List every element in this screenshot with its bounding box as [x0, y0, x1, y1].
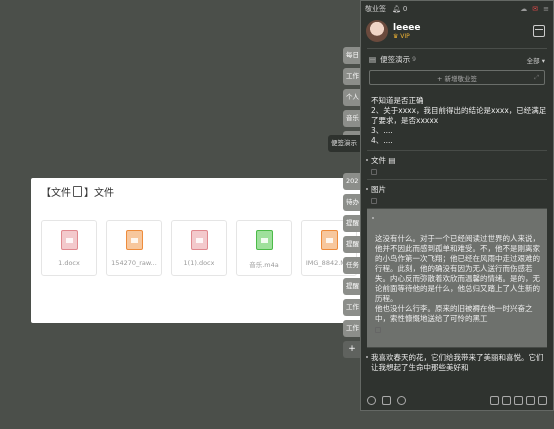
notes-header: ▤ 便签演示 9 全部 ▾: [361, 51, 553, 68]
tab-item[interactable]: 提醒: [343, 236, 361, 253]
avatar[interactable]: [366, 20, 388, 42]
cloud-icon[interactable]: ☁: [520, 5, 527, 13]
new-note-button[interactable]: + 新增敬业签 ⤢: [369, 70, 545, 85]
document-icon: ▤: [388, 156, 396, 165]
tab-item[interactable]: 202: [343, 173, 361, 190]
note-item[interactable]: 图片: [361, 180, 553, 208]
note-item[interactable]: 不知道是否正确 2、关于xxxx，我目前得出的结论是xxxx，已经满足了要求，是…: [361, 87, 553, 150]
note-icon[interactable]: [526, 396, 535, 405]
note-list-icon: ▤: [369, 55, 377, 64]
filter-dropdown[interactable]: 全部 ▾: [527, 55, 545, 65]
notes-count: 9: [412, 56, 416, 63]
document-icon: [73, 186, 82, 197]
vip-badge: ♛ VIP: [393, 32, 410, 40]
notes-title: 便签演示: [380, 55, 411, 64]
notes-panel: 敬业签 🔔︎ 0 ☁ ✉ ≡ leeee ♛ VIP ▤ 便签演示 9 全部 ▾…: [360, 0, 554, 411]
user-section: leeee ♛ VIP: [361, 16, 553, 46]
file-card: 【文件 】文件 1.docx 154270_raw... 1(1).docx 音…: [31, 178, 366, 323]
file-item[interactable]: 154270_raw...: [106, 220, 162, 276]
attachment-icon: [375, 327, 381, 333]
tab-item[interactable]: 任务: [343, 257, 361, 274]
mail-icon[interactable]: ✉: [532, 5, 538, 13]
tab-item[interactable]: 提醒: [343, 278, 361, 295]
divider: [367, 48, 547, 49]
file-item[interactable]: 1.docx: [41, 220, 97, 276]
search-icon[interactable]: [397, 396, 406, 405]
bell-icon: 🔔︎: [392, 4, 401, 13]
attachment-icon: [371, 169, 377, 175]
word-file-icon: [60, 230, 78, 250]
image-icon: [371, 198, 377, 204]
bullet: [366, 188, 368, 190]
video-file-icon: [320, 230, 338, 250]
more-icon[interactable]: [538, 396, 547, 405]
bell-count: 0: [402, 4, 408, 13]
grid-icon[interactable]: [514, 396, 523, 405]
tab-item[interactable]: 音乐: [343, 110, 361, 127]
tab-item[interactable]: 工作: [343, 299, 361, 316]
file-card-title: 【文件 】文件: [41, 186, 114, 199]
tab-item[interactable]: 个人: [343, 89, 361, 106]
tab-item[interactable]: 工作: [343, 320, 361, 337]
tab-item[interactable]: 待办: [343, 194, 361, 211]
bullet: [366, 159, 368, 161]
calendar-icon[interactable]: [533, 25, 545, 37]
username: leeee: [393, 22, 421, 33]
notification-bell[interactable]: 🔔︎ 0: [392, 5, 407, 13]
tab-active[interactable]: 便签演示: [328, 135, 362, 152]
title-bar: 敬业签 🔔︎ 0 ☁ ✉ ≡: [361, 1, 553, 16]
note-item[interactable]: 文件 ▤: [361, 151, 553, 179]
tab-item[interactable]: 工作: [343, 68, 361, 85]
bottom-toolbar: [361, 391, 553, 410]
file-item[interactable]: 音乐.m4a: [236, 220, 292, 276]
audio-file-icon: [255, 230, 273, 250]
app-title: 敬业签: [365, 4, 386, 13]
video-file-icon: [125, 230, 143, 250]
archive-icon[interactable]: [382, 396, 391, 405]
word-file-icon: [190, 230, 208, 250]
add-icon[interactable]: [490, 396, 499, 405]
file-list: 1.docx 154270_raw... 1(1).docx 音乐.m4a IM…: [41, 220, 357, 276]
bullet: [366, 356, 368, 358]
bullet: [372, 217, 374, 219]
expand-icon[interactable]: ⤢: [534, 74, 539, 82]
category-tabs: 每日 工作 个人 音乐 工作 便签演示 202 待办 提醒 提醒 任务 提醒 工…: [328, 47, 362, 362]
clock-icon[interactable]: [367, 396, 376, 405]
add-tab-button[interactable]: +: [343, 341, 361, 358]
note-item-selected[interactable]: 这没有什么。对于一个已经阅读过世界的人来说，他并不因此而感到孤单和难受。不，他不…: [367, 209, 547, 347]
menu-icon[interactable]: ≡: [543, 5, 549, 13]
file-item[interactable]: 1(1).docx: [171, 220, 227, 276]
list-icon[interactable]: [502, 396, 511, 405]
note-item[interactable]: 我喜欢春天的花，它们给我带来了美丽和喜悦。它们让我想起了生命中那些美好和: [361, 348, 553, 377]
tab-item[interactable]: 提醒: [343, 215, 361, 232]
tab-item[interactable]: 每日: [343, 47, 361, 64]
